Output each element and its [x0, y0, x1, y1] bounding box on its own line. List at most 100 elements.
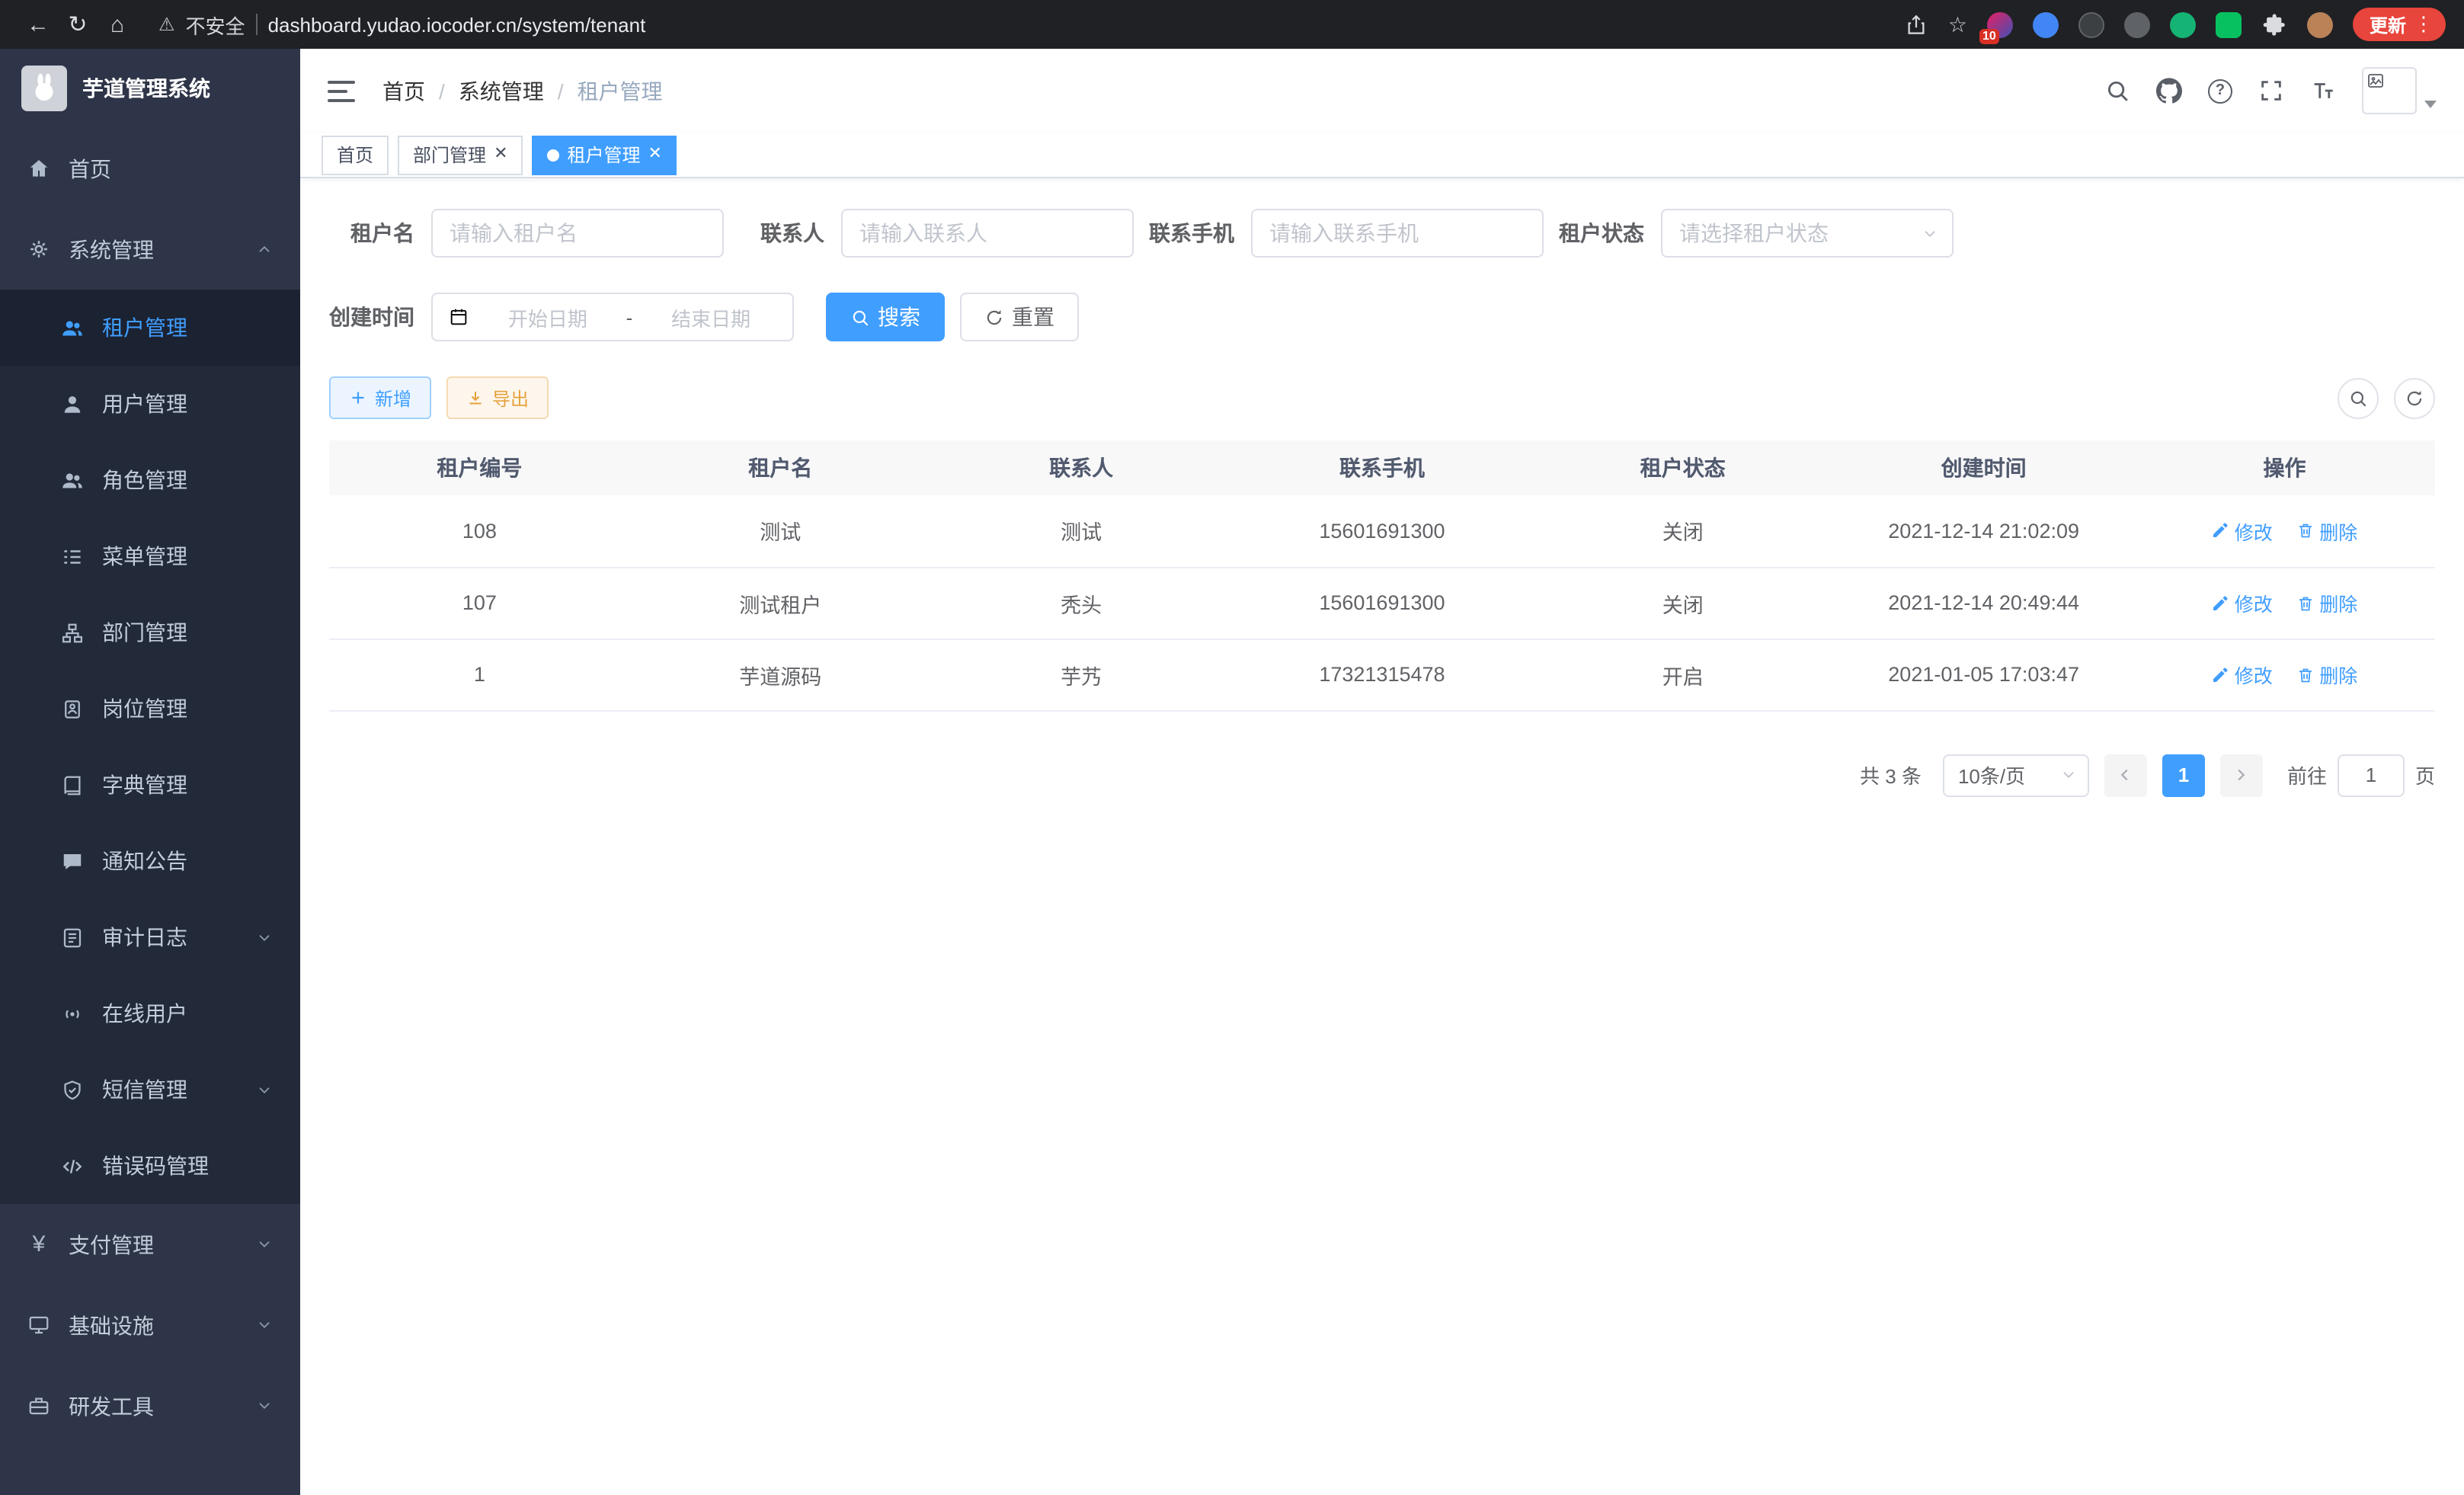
browser-update-button[interactable]: 更新 ⋮ — [2353, 8, 2446, 41]
extension-badge: 10 — [1979, 28, 1999, 43]
edit-link[interactable]: 修改 — [2212, 517, 2273, 546]
browser-back-icon[interactable]: ← — [18, 11, 58, 37]
reset-button[interactable]: 重置 — [960, 293, 1079, 341]
breadcrumb-separator: / — [558, 78, 564, 103]
contact-label: 联系人 — [739, 218, 824, 248]
sidebar-item-online-users[interactable]: 在线用户 — [0, 975, 300, 1052]
close-icon[interactable]: ✕ — [494, 146, 507, 163]
delete-link[interactable]: 删除 — [2296, 517, 2357, 546]
github-icon[interactable] — [2156, 78, 2182, 104]
browser-menu-icon[interactable]: ⋮ — [2414, 12, 2434, 37]
cell-phone: 17321315478 — [1232, 639, 1533, 710]
refresh-table-button[interactable] — [2394, 377, 2435, 418]
bookmark-star-icon[interactable]: ☆ — [1948, 11, 1967, 37]
browser-reload-icon[interactable]: ↻ — [58, 11, 98, 38]
close-icon[interactable]: ✕ — [648, 146, 662, 163]
contact-input[interactable] — [841, 209, 1134, 258]
status-select[interactable]: 请选择租户状态 — [1661, 209, 1954, 258]
security-label[interactable]: 不安全 — [186, 10, 245, 39]
breadcrumb-home[interactable]: 首页 — [382, 75, 425, 106]
extension-icon[interactable] — [2124, 11, 2150, 37]
start-date-placeholder[interactable]: 开始日期 — [482, 303, 614, 331]
sidebar-toggle-icon[interactable] — [328, 80, 355, 101]
address-bar[interactable]: ⚠ 不安全 dashboard.yudao.iocoder.cn/system/… — [158, 10, 645, 39]
edit-link[interactable]: 修改 — [2212, 660, 2273, 689]
next-page-button[interactable] — [2220, 754, 2263, 796]
search-icon[interactable] — [2104, 78, 2130, 104]
prev-page-button[interactable] — [2104, 754, 2147, 796]
url-text[interactable]: dashboard.yudao.iocoder.cn/system/tenant — [268, 13, 646, 36]
profile-avatar-icon[interactable] — [2307, 11, 2333, 37]
date-range-picker[interactable]: 开始日期 - 结束日期 — [431, 293, 794, 341]
extension-icon[interactable] — [2170, 11, 2196, 37]
cell-status: 关闭 — [1532, 567, 1833, 639]
edit-link[interactable]: 修改 — [2212, 588, 2273, 617]
pencil-icon — [2212, 665, 2230, 683]
sidebar-item-dept-management[interactable]: 部门管理 — [0, 594, 300, 671]
fullscreen-icon[interactable] — [2258, 78, 2284, 104]
phone-input[interactable] — [1251, 209, 1544, 258]
breadcrumb-system[interactable]: 系统管理 — [459, 75, 544, 106]
extension-icon[interactable] — [2033, 11, 2059, 37]
refresh-icon — [984, 307, 1004, 327]
tenant-page: 租户名 联系人 联系手机 租户状态 请选择租户状态 — [300, 178, 2464, 1495]
font-size-icon[interactable] — [2310, 78, 2336, 104]
show-search-button[interactable] — [2338, 377, 2379, 418]
search-icon — [2348, 388, 2368, 408]
sidebar-item-notice[interactable]: 通知公告 — [0, 823, 300, 899]
sidebar-item-home[interactable]: 首页 — [0, 128, 300, 209]
sidebar-item-label: 租户管理 — [102, 312, 187, 343]
tab-label: 部门管理 — [413, 142, 486, 168]
sidebar-item-label: 首页 — [69, 153, 111, 184]
avatar-dropdown-caret-icon[interactable] — [2424, 101, 2437, 108]
extension-icon[interactable]: 10 — [1987, 11, 2013, 37]
sidebar-item-user-management[interactable]: 用户管理 — [0, 366, 300, 442]
user-avatar[interactable] — [2362, 67, 2417, 114]
app-header: 首页 / 系统管理 / 租户管理 ? — [300, 49, 2464, 133]
cell-phone: 15601691300 — [1232, 567, 1533, 639]
browser-home-icon[interactable]: ⌂ — [98, 11, 137, 37]
export-button[interactable]: 导出 — [446, 376, 549, 419]
plus-icon — [349, 389, 367, 407]
extensions-puzzle-icon[interactable] — [2261, 11, 2287, 37]
sidebar-item-error-code[interactable]: 错误码管理 — [0, 1128, 300, 1204]
page-number-button[interactable]: 1 — [2162, 754, 2205, 796]
app-logo[interactable]: 芋道管理系统 — [0, 49, 300, 128]
goto-page-input[interactable] — [2338, 754, 2405, 796]
search-button[interactable]: 搜索 — [826, 293, 945, 341]
chat-icon — [61, 850, 84, 872]
filter-phone: 联系手机 — [1149, 209, 1544, 258]
total-count: 共 3 条 — [1860, 760, 1922, 789]
sidebar-item-menu-management[interactable]: 菜单管理 — [0, 518, 300, 594]
sidebar-item-label: 支付管理 — [69, 1229, 154, 1260]
sidebar-item-post-management[interactable]: 岗位管理 — [0, 671, 300, 747]
tenant-name-input[interactable] — [431, 209, 724, 258]
page-size-select[interactable]: 10条/页 — [1943, 754, 2089, 796]
add-button[interactable]: 新增 — [329, 376, 431, 419]
delete-link[interactable]: 删除 — [2296, 660, 2357, 689]
sidebar-item-tenant-management[interactable]: 租户管理 — [0, 290, 300, 366]
extension-icon[interactable] — [2216, 11, 2242, 37]
sidebar-item-sms-management[interactable]: 短信管理 — [0, 1052, 300, 1128]
trash-icon — [2296, 594, 2315, 612]
filter-contact: 联系人 — [739, 209, 1134, 258]
extension-icon[interactable] — [2078, 11, 2104, 37]
share-icon[interactable] — [1906, 13, 1928, 36]
monitor-icon — [27, 1314, 50, 1337]
sidebar-item-pay-management[interactable]: ¥ 支付管理 — [0, 1204, 300, 1285]
tab-home[interactable]: 首页 — [322, 135, 389, 174]
sidebar-item-infrastructure[interactable]: 基础设施 — [0, 1285, 300, 1365]
sidebar-item-system[interactable]: 系统管理 — [0, 209, 300, 290]
tab-tenant-management[interactable]: 租户管理 ✕ — [533, 135, 677, 174]
end-date-placeholder[interactable]: 结束日期 — [645, 303, 777, 331]
tab-dept-management[interactable]: 部门管理 ✕ — [398, 135, 523, 174]
sidebar-item-label: 短信管理 — [102, 1074, 187, 1105]
sidebar-item-audit-log[interactable]: 审计日志 — [0, 899, 300, 975]
help-icon[interactable]: ? — [2208, 78, 2232, 103]
sidebar-item-role-management[interactable]: 角色管理 — [0, 442, 300, 518]
sidebar-item-dict-management[interactable]: 字典管理 — [0, 747, 300, 823]
page-unit-label: 页 — [2415, 760, 2435, 789]
sidebar-item-dev-tools[interactable]: 研发工具 — [0, 1365, 300, 1446]
cell-tenant-id: 1 — [329, 639, 630, 710]
delete-link[interactable]: 删除 — [2296, 588, 2357, 617]
